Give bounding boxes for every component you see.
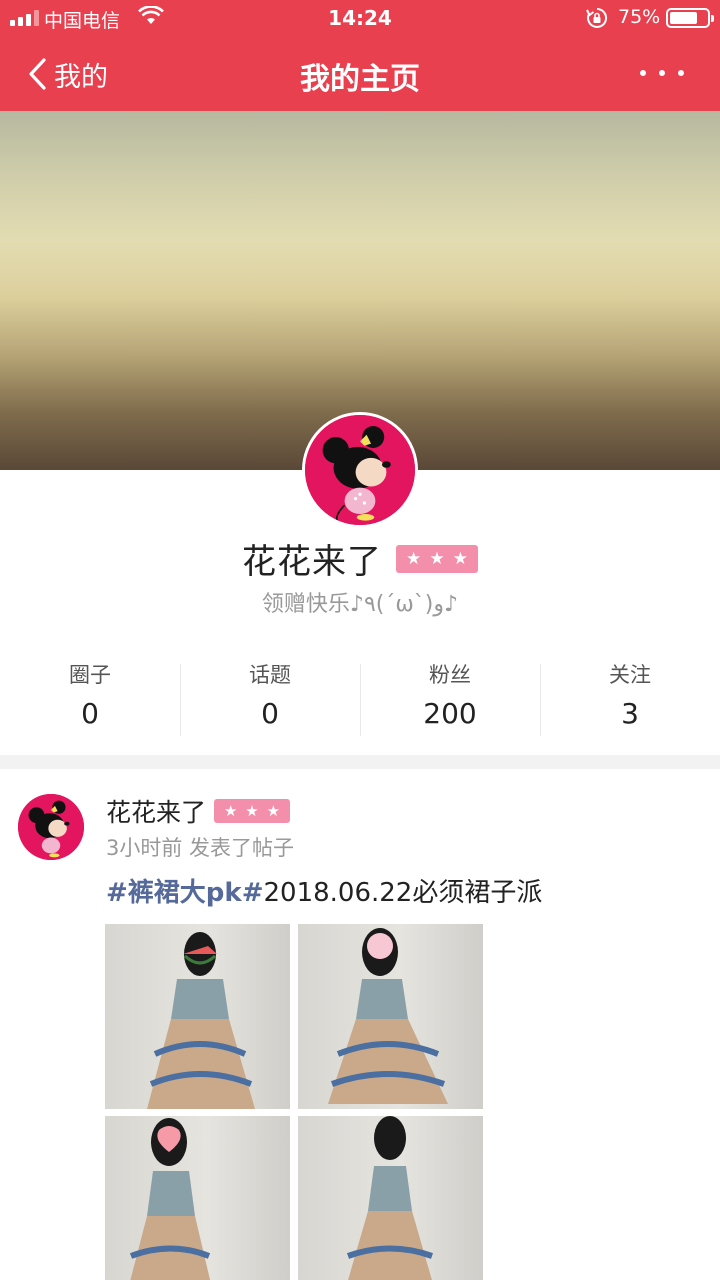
back-label: 我的 (54, 61, 108, 93)
stat-following[interactable]: 关注 3 (540, 662, 720, 736)
minnie-avatar-image (305, 415, 415, 525)
back-button[interactable]: 我的 (26, 54, 108, 94)
dress-photo-image (129, 1118, 211, 1280)
star-icon: ★ (223, 802, 238, 820)
stat-value: 3 (621, 697, 639, 730)
nav-bar: 我的 我的主页 (0, 36, 720, 111)
stat-value: 0 (81, 697, 99, 730)
rotation-lock-icon (586, 7, 608, 28)
post-photo[interactable] (105, 924, 290, 1109)
stat-fans[interactable]: 粉丝 200 (360, 662, 540, 736)
stat-label: 关注 (609, 663, 651, 687)
star-icon: ★ (452, 548, 468, 569)
level-badge: ★ ★ ★ (396, 544, 478, 573)
post-content[interactable]: #裤裙大pk#2018.06.22必须裙子派 (106, 872, 542, 909)
header: 中国电信 14:24 75% 我的 我的主页 (0, 0, 720, 111)
post-text: 2018.06.22必须裙子派 (263, 878, 543, 908)
stat-value: 0 (261, 697, 279, 730)
status-bar: 中国电信 14:24 75% (0, 0, 720, 36)
status-time: 14:24 (328, 6, 392, 30)
post-topic-tag[interactable]: #裤裙大pk# (106, 878, 263, 908)
dress-photo-image (346, 1116, 434, 1280)
page-title: 我的主页 (300, 62, 420, 97)
stat-label: 圈子 (69, 663, 111, 687)
star-icon: ★ (245, 802, 259, 820)
minnie-avatar-image (18, 794, 84, 860)
star-icon: ★ (266, 802, 281, 820)
profile-avatar[interactable] (302, 412, 418, 528)
star-icon: ★ (429, 548, 445, 569)
stat-label: 话题 (249, 663, 291, 687)
stat-circles[interactable]: 圈子 0 (0, 662, 180, 736)
post-author-row: 花花来了 ★ ★ ★ (106, 793, 291, 829)
section-divider (0, 755, 720, 769)
stat-topics[interactable]: 话题 0 (180, 662, 360, 736)
post-meta: 3小时前 发表了帖子 (106, 836, 295, 860)
dress-photo-image (328, 928, 448, 1104)
post-photo-grid (105, 924, 485, 1280)
post-author-avatar[interactable] (18, 794, 84, 860)
stat-value: 200 (423, 697, 477, 730)
more-dots-icon (640, 70, 646, 76)
battery-level (670, 12, 697, 24)
level-badge: ★ ★ ★ (214, 799, 291, 823)
dress-photo-image (147, 932, 255, 1109)
more-button[interactable] (640, 58, 684, 88)
chevron-left-icon (29, 58, 46, 90)
profile-bio: 领赠快乐♪٩(´ω`)و♪ (261, 592, 459, 617)
post-photo[interactable] (298, 924, 483, 1109)
battery-icon (666, 8, 714, 28)
profile-name-row: 花花来了 ★ ★ ★ (0, 534, 720, 583)
post-photo[interactable] (298, 1116, 483, 1280)
star-icon: ★ (406, 548, 422, 569)
profile-name: 花花来了 (242, 542, 382, 582)
stat-label: 粉丝 (429, 663, 471, 687)
stats-bar: 圈子 0 话题 0 粉丝 200 关注 3 (0, 662, 720, 736)
post-author-name[interactable]: 花花来了 (106, 793, 206, 829)
post-photo[interactable] (105, 1116, 290, 1280)
battery-percent: 75% (618, 6, 661, 28)
